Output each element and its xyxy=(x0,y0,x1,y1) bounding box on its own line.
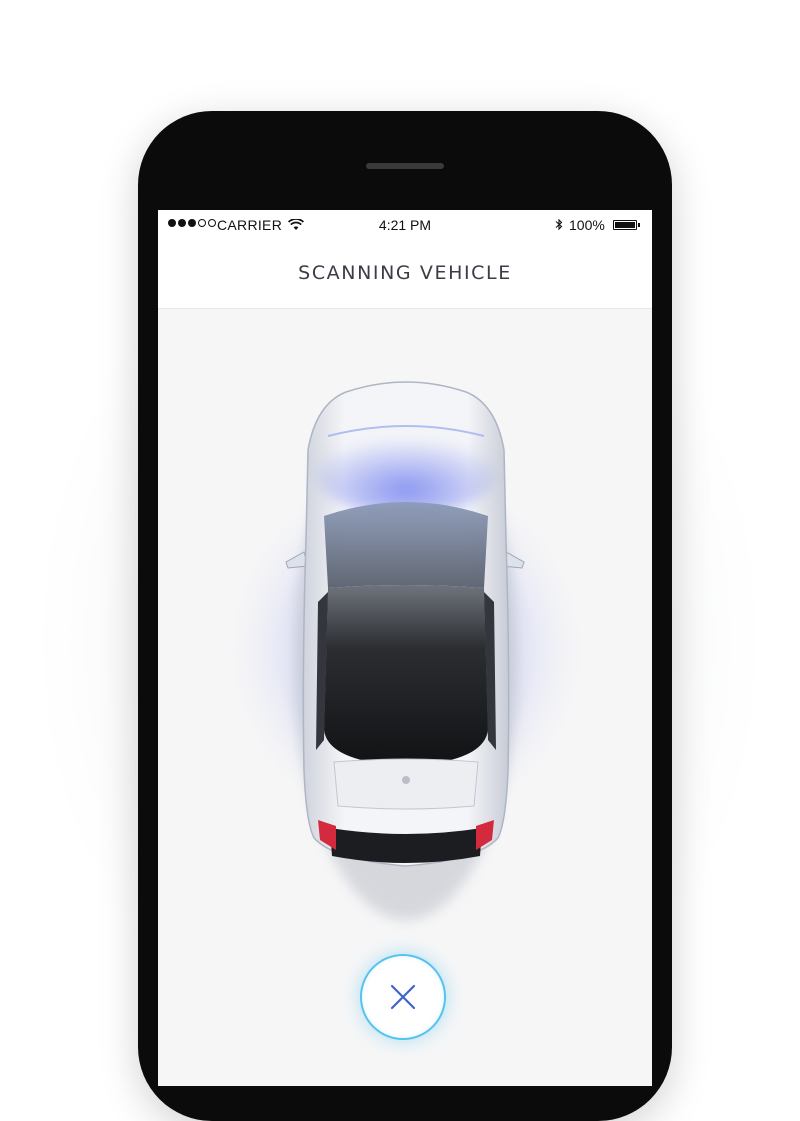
car-roof xyxy=(324,585,488,766)
car-windshield xyxy=(324,502,488,588)
close-icon xyxy=(390,984,416,1010)
cancel-scan-button[interactable] xyxy=(360,954,446,1040)
phone-screen: CARRIER 4:21 PM 100% SCANNING VEHICLE xyxy=(158,210,652,1086)
phone-speaker xyxy=(366,163,444,169)
